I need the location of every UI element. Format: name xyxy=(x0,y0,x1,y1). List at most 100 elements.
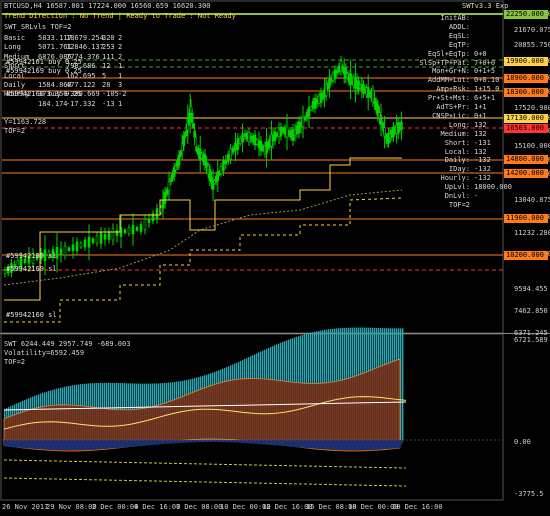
stats-cell: 2 xyxy=(118,43,123,52)
order-level-label[interactable]: #59942160 sl xyxy=(6,311,57,319)
side-value: 7+0+0 xyxy=(474,58,496,67)
side-label: Amp+Rsk: xyxy=(436,85,470,94)
indicator-lower-fill xyxy=(4,440,404,450)
candle-body xyxy=(71,244,75,252)
side-label: Daily: xyxy=(444,156,470,165)
indicator-bar xyxy=(402,328,404,440)
stats-cell: 12846.137 xyxy=(66,43,104,52)
price-scale-tick: 15100.000 xyxy=(514,142,550,150)
candle-body xyxy=(229,148,232,160)
stats-cell: 18679.254 xyxy=(66,34,104,42)
order-level-label[interactable]: #59942169 sl xyxy=(6,265,57,273)
indicator-line2: Volatility=6592.459 xyxy=(4,349,85,357)
price-tag: 17130.000 xyxy=(504,114,548,123)
candle-body xyxy=(222,160,225,172)
side-label: Mon+Gr+N: xyxy=(432,67,470,76)
candle-body xyxy=(75,241,79,252)
stats-cell: 477.122 xyxy=(66,81,96,89)
candle-body xyxy=(115,230,119,236)
side-label: CNSP+Lic: xyxy=(432,111,470,120)
candle-body xyxy=(224,159,228,165)
stats-cell: 253 xyxy=(102,43,115,52)
stats-title: SWT_SRLvls TOF=2 xyxy=(4,23,72,31)
candle-body xyxy=(165,189,169,195)
time-axis-label: 2 Dec 00:00 xyxy=(92,503,139,511)
side-label: Long: xyxy=(448,120,470,129)
indicator-scale-max: 6721.589 xyxy=(514,336,548,344)
price-tag: 18300.000 xyxy=(504,88,548,97)
side-value: 1+15.0 xyxy=(474,85,500,94)
side-value: 0+0.10 xyxy=(474,76,500,85)
candle-body xyxy=(226,154,230,162)
stats-cell: -105 xyxy=(102,90,119,99)
time-axis-label: 20 Dec 16:00 xyxy=(392,503,443,511)
stats-cell: 1 xyxy=(118,62,123,71)
candle-body xyxy=(139,224,143,232)
side-label: Local: xyxy=(444,147,470,156)
candle-body xyxy=(190,113,194,123)
stats-cell: 2 xyxy=(118,34,123,42)
time-axis-label: 4 Dec 16:00 xyxy=(134,503,181,511)
price-scale-tick: 20855.750 xyxy=(514,41,550,49)
candle-body xyxy=(234,142,237,152)
candle-body xyxy=(111,228,115,241)
time-axis-label: 26 Nov 2017 xyxy=(2,503,49,511)
stats-cell: 3 xyxy=(118,81,123,89)
order-level-label[interactable]: #59942161 buy 0.25 xyxy=(6,58,82,66)
order-level-label[interactable]: #59942180 sl xyxy=(6,252,57,260)
trend-band-line xyxy=(3,189,403,286)
indicator-curve-4 xyxy=(3,477,407,487)
price-scale-tick: 13040.875 xyxy=(514,196,550,204)
side-label: AddMM+Lot: xyxy=(427,76,470,85)
stats-cell: 184.174 xyxy=(38,99,68,108)
price-scale-tick: 17520.980 xyxy=(514,104,550,112)
stats-cell: -13 xyxy=(102,99,115,108)
time-axis-label: 18 Dec 00:00 xyxy=(348,503,399,511)
candle-body xyxy=(177,154,181,166)
side-label: DnLvl: xyxy=(444,192,470,200)
chart-title: BTCUSD,H4 16587.801 17224.000 16560.659 … xyxy=(4,2,211,10)
indicator-line3: TOF=2 xyxy=(4,358,26,366)
side-value: - xyxy=(474,192,479,200)
price-tag: 22250.000 xyxy=(504,10,548,19)
order-level-label[interactable]: #59942160 buy 0.25 xyxy=(6,90,82,98)
candle-body xyxy=(253,134,257,146)
stats-cell: 12 xyxy=(102,62,111,71)
price-tag: 11900.000 xyxy=(504,214,548,223)
candle-body xyxy=(231,147,235,153)
candle-body xyxy=(83,239,87,248)
y-value: Y=1163.728 xyxy=(4,118,47,126)
candle-body xyxy=(59,248,63,256)
indicator-line1: SWT 6244.449 2957.749 -689.003 xyxy=(4,340,131,348)
candle-body xyxy=(147,218,151,224)
candle-body xyxy=(251,135,255,143)
side-label: InitAB: xyxy=(440,14,470,22)
side-value: 0+0 xyxy=(474,49,487,58)
candle-body xyxy=(67,247,71,251)
side-value: -132 xyxy=(474,156,491,165)
price-tag: 10200.000 xyxy=(504,251,548,260)
indicator-curve-3 xyxy=(3,459,407,469)
price-scale-tick: 7462.850 xyxy=(514,307,548,315)
stats-cell: 1 xyxy=(118,71,123,80)
order-level-label[interactable]: #59942169 buy 0.25 xyxy=(6,67,82,75)
candle-body xyxy=(63,245,67,256)
candle-body xyxy=(143,219,147,230)
candle-body xyxy=(245,132,249,140)
candle-body xyxy=(91,238,95,244)
candle-body xyxy=(79,242,83,248)
price-tag: 14200.000 xyxy=(504,169,548,178)
side-value: 132 xyxy=(474,129,487,138)
candle-body xyxy=(155,208,159,219)
stats-cell: -17.332 xyxy=(66,99,96,108)
candle-body xyxy=(127,227,131,234)
tof-value: TOF=2 xyxy=(4,127,26,135)
stats-cell: 320 xyxy=(102,34,115,42)
candle-body xyxy=(161,199,165,209)
candle-body xyxy=(95,235,99,244)
side-label: UpLvl: xyxy=(444,183,470,192)
side-label: EqSl+EqTp: xyxy=(427,49,470,58)
expert-badge[interactable]: SWTv3.3 Exp xyxy=(462,2,508,10)
candle-body xyxy=(236,138,240,150)
side-label: IDay: xyxy=(448,165,470,174)
